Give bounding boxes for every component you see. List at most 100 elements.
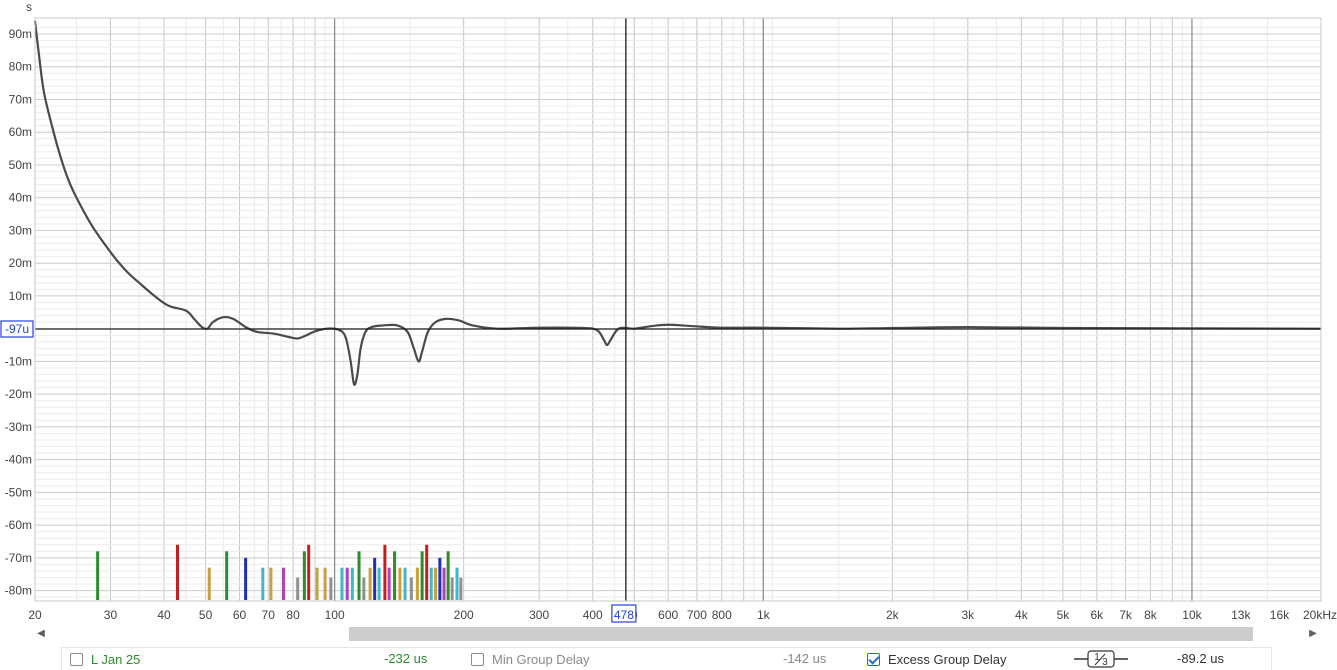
- room-mode-marker: [383, 544, 387, 600]
- room-mode-marker: [269, 567, 273, 600]
- scroll-track[interactable]: [50, 627, 1304, 641]
- x-tick-label: 8k: [1144, 608, 1158, 622]
- x-tick-label: 200: [454, 608, 474, 622]
- x-tick-label: 13k: [1231, 608, 1251, 622]
- room-mode-marker: [393, 551, 397, 600]
- room-mode-marker: [244, 557, 248, 600]
- room-mode-marker: [302, 551, 306, 600]
- x-tick-label: 700: [687, 608, 707, 622]
- y-tick-label: -50m: [5, 485, 32, 499]
- room-mode-marker: [296, 577, 300, 600]
- x-tick-label: 5k: [1057, 608, 1071, 622]
- legend-checkbox-l-jan-25[interactable]: [70, 652, 83, 666]
- legend-checkbox-min-group-delay[interactable]: [471, 652, 484, 666]
- cursor-y-readout: -97u: [5, 322, 29, 336]
- x-tick-label: 80: [286, 608, 300, 622]
- legend-label: Excess Group Delay: [888, 651, 1007, 667]
- room-mode-marker: [403, 567, 407, 600]
- room-mode-marker: [455, 567, 459, 600]
- y-tick-label: -80m: [5, 584, 32, 598]
- x-tick-label: 60: [233, 608, 247, 622]
- y-tick-label: 70m: [9, 92, 32, 106]
- room-mode-marker: [438, 557, 442, 600]
- y-tick-label: 90m: [9, 27, 32, 41]
- y-tick-label: 60m: [9, 125, 32, 139]
- room-mode-marker: [442, 567, 446, 600]
- x-tick-label: 600: [658, 608, 678, 622]
- room-mode-marker: [429, 567, 433, 600]
- room-mode-marker: [340, 567, 344, 600]
- room-mode-marker: [387, 567, 391, 600]
- room-mode-marker: [261, 567, 265, 600]
- legend-entry-l-jan-25[interactable]: L Jan 25: [70, 648, 140, 670]
- x-tick-label: 100: [325, 608, 345, 622]
- room-mode-marker: [368, 567, 372, 600]
- room-mode-marker: [425, 544, 429, 600]
- y-tick-label: 40m: [9, 191, 32, 205]
- room-mode-marker: [398, 567, 402, 600]
- y-tick-label: -30m: [5, 420, 32, 434]
- room-mode-marker: [329, 577, 333, 600]
- room-mode-marker: [446, 551, 450, 600]
- x-tick-label: 4k: [1015, 608, 1029, 622]
- legend-entry-min-group-delay[interactable]: Min Group Delay: [471, 648, 590, 670]
- y-tick-label: 80m: [9, 60, 32, 74]
- y-tick-label: 20m: [9, 256, 32, 270]
- horizontal-scrollbar[interactable]: ◀ ▶: [32, 624, 1322, 644]
- room-mode-marker: [225, 551, 229, 600]
- x-tick-label: 70: [262, 608, 276, 622]
- x-tick-label: 20kHz: [1303, 608, 1337, 622]
- room-mode-marker: [450, 577, 454, 600]
- room-mode-marker: [176, 544, 180, 600]
- legend-bar: L Jan 25 -232 us Min Group Delay -142 us…: [61, 647, 1272, 670]
- x-tick-label: 20: [28, 608, 42, 622]
- x-tick-label: 300: [529, 608, 549, 622]
- legend-value: -142 us: [783, 651, 827, 666]
- room-mode-marker: [420, 551, 424, 600]
- y-tick-label: -40m: [5, 453, 32, 467]
- y-tick-label: 50m: [9, 158, 32, 172]
- x-tick-label: 1k: [757, 608, 771, 622]
- y-tick-label: -20m: [5, 387, 32, 401]
- x-tick-label: 6k: [1091, 608, 1105, 622]
- x-tick-label: 50: [199, 608, 213, 622]
- x-tick-label: 7k: [1119, 608, 1133, 622]
- scroll-left-arrow-icon[interactable]: ◀: [35, 628, 47, 640]
- legend-checkbox-excess-group-delay[interactable]: [867, 652, 880, 666]
- room-mode-marker: [282, 567, 286, 600]
- room-mode-marker: [373, 557, 377, 600]
- x-tick-label: 3k: [961, 608, 975, 622]
- x-tick-label: 2k: [886, 608, 900, 622]
- scroll-thumb[interactable]: [349, 627, 1253, 641]
- room-mode-marker: [459, 577, 463, 600]
- smoothing-numerator: 1: [1094, 652, 1100, 663]
- room-mode-marker: [357, 551, 361, 600]
- x-tick-label: 16k: [1270, 608, 1290, 622]
- room-mode-marker: [409, 577, 413, 600]
- legend-value: -232 us: [384, 651, 428, 666]
- legend-value: -89.2 us: [1177, 651, 1224, 666]
- room-mode-marker: [96, 551, 100, 600]
- room-mode-marker: [415, 567, 419, 600]
- room-mode-marker: [350, 567, 354, 600]
- x-tick-label: 800: [712, 608, 732, 622]
- legend-label: Min Group Delay: [492, 651, 590, 667]
- x-tick-label: 40: [157, 608, 171, 622]
- room-mode-marker: [345, 567, 349, 600]
- cursor-x-readout: 478: [614, 608, 634, 622]
- y-tick-label: 30m: [9, 223, 32, 237]
- y-tick-label: -10m: [5, 354, 32, 368]
- y-axis-ticks: 90m 80m 70m 60m 50m 40m 30m 20m 10m -10m -20m -30m -…: [0, 27, 34, 598]
- y-tick-label: -70m: [5, 551, 32, 565]
- group-delay-chart[interactable]: s 90m 80m 70m 60m 50m 40m 30m 20m 10m -10m -20m -30…: [0, 0, 1337, 624]
- room-mode-marker: [377, 567, 381, 600]
- room-mode-marker: [362, 577, 366, 600]
- room-mode-marker: [207, 567, 211, 600]
- legend-entry-excess-group-delay[interactable]: Excess Group Delay: [867, 648, 1007, 670]
- y-tick-label: -60m: [5, 518, 32, 532]
- x-axis-ticks: 2030405060708010020030040006007008001k2k…: [28, 604, 1337, 623]
- scroll-right-arrow-icon[interactable]: ▶: [1307, 628, 1319, 640]
- room-mode-marker: [434, 567, 438, 600]
- room-mode-marker: [315, 567, 319, 600]
- smoothing-selector[interactable]: 1 3: [1074, 650, 1128, 668]
